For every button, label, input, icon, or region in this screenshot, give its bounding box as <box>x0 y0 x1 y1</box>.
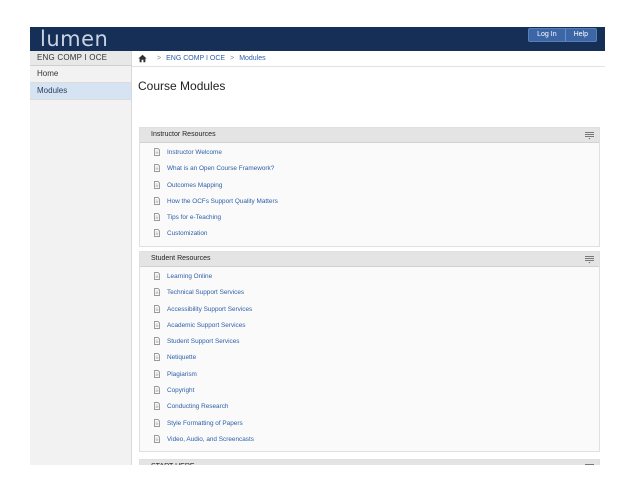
breadcrumb-current[interactable]: Modules <box>239 55 265 62</box>
document-icon <box>154 418 160 427</box>
module-item-link[interactable]: Outcomes Mapping <box>167 182 222 189</box>
breadcrumb-separator: > <box>157 55 162 62</box>
module-item[interactable]: Accessibility Support Services <box>140 304 599 321</box>
breadcrumb-course[interactable]: ENG COMP I OCE <box>166 55 225 62</box>
breadcrumb-separator: > <box>230 55 235 62</box>
document-icon <box>154 402 160 411</box>
document-icon <box>154 337 160 346</box>
document-icon <box>154 304 160 313</box>
module-item-link[interactable]: Copyright <box>167 387 194 394</box>
module-title: Instructor Resources <box>151 131 216 138</box>
breadcrumb-divider <box>132 66 605 67</box>
module-item[interactable]: Video, Audio, and Screencasts <box>140 435 599 451</box>
module-item[interactable]: What is an Open Course Framework? <box>140 164 599 180</box>
menu-icon[interactable] <box>584 131 595 140</box>
document-icon <box>154 386 160 394</box>
module: Student Resources Learning Online Technica… <box>139 251 600 453</box>
module-item[interactable]: Netiquette <box>140 353 599 369</box>
module-item[interactable]: Outcomes Mapping <box>140 180 599 197</box>
module-header[interactable]: Instructor Resources <box>140 128 599 143</box>
menu-icon[interactable] <box>584 255 595 264</box>
module-item[interactable]: Student Support Services <box>140 337 599 353</box>
module: Instructor Resources Instructor Welcome Wh… <box>139 127 600 247</box>
module-item-link[interactable]: Technical Support Services <box>167 289 244 296</box>
home-icon[interactable] <box>138 54 147 63</box>
module-items: Instructor Welcome What is an Open Course… <box>140 143 599 246</box>
module-item-link[interactable]: Academic Support Services <box>167 322 246 329</box>
app-window: lumen Log In Help ENG COMP I OCE Home Mo… <box>30 27 605 465</box>
module-item[interactable]: Conducting Research <box>140 402 599 418</box>
module-item[interactable]: Copyright <box>140 386 599 402</box>
module-title: START HERE <box>151 463 195 465</box>
document-icon <box>154 353 160 362</box>
module-item[interactable]: Instructor Welcome <box>140 148 599 164</box>
document-icon <box>154 321 160 329</box>
document-icon <box>154 180 160 189</box>
module-item[interactable]: Tips for e-Teaching <box>140 213 599 229</box>
module-item[interactable]: Technical Support Services <box>140 288 599 304</box>
breadcrumb: > ENG COMP I OCE > Modules <box>138 54 266 63</box>
document-icon <box>154 164 160 173</box>
module-item[interactable]: How the OCFs Support Quality Matters <box>140 197 599 213</box>
document-icon <box>154 148 160 156</box>
module-item-link[interactable]: Student Support Services <box>167 338 239 345</box>
module-header[interactable]: Student Resources <box>140 252 599 267</box>
module-item-link[interactable]: How the OCFs Support Quality Matters <box>167 198 278 205</box>
module-item[interactable]: Plagiarism <box>140 369 599 386</box>
menu-icon[interactable] <box>584 463 595 465</box>
account-buttons: Log In Help <box>528 28 597 42</box>
document-icon <box>154 435 160 443</box>
main-content: > ENG COMP I OCE > Modules Course Module… <box>132 51 605 465</box>
module-item[interactable]: Learning Online <box>140 272 599 288</box>
module-item-link[interactable]: Customization <box>167 230 208 237</box>
module-item-link[interactable]: Learning Online <box>167 273 212 280</box>
sidebar-item-home[interactable]: Home <box>30 66 131 83</box>
top-bar: lumen Log In Help <box>30 27 605 51</box>
page-title: Course Modules <box>138 79 226 93</box>
sidebar-course-title: ENG COMP I OCE <box>30 51 131 66</box>
module-item-link[interactable]: Accessibility Support Services <box>167 306 252 313</box>
sidebar: ENG COMP I OCE Home Modules <box>30 51 132 465</box>
sidebar-item-modules[interactable]: Modules <box>30 83 131 100</box>
document-icon <box>154 288 160 297</box>
document-icon <box>154 197 160 205</box>
module-item[interactable]: Style Formatting of Papers <box>140 418 599 435</box>
module-title: Student Resources <box>151 255 211 262</box>
module-item-link[interactable]: Plagiarism <box>167 371 197 378</box>
module-item-link[interactable]: What is an Open Course Framework? <box>167 165 274 172</box>
module-item-link[interactable]: Tips for e-Teaching <box>167 214 221 221</box>
lumen-logo[interactable]: lumen <box>40 28 108 50</box>
document-icon <box>154 369 160 378</box>
module-items: Learning Online Technical Support Service… <box>140 267 599 451</box>
module: START HEREIntroduction to START HERE <box>139 459 600 465</box>
login-button[interactable]: Log In <box>529 29 564 41</box>
module-item-link[interactable]: Video, Audio, and Screencasts <box>167 436 254 443</box>
document-icon <box>154 229 160 238</box>
module-item[interactable]: Academic Support Services <box>140 321 599 337</box>
module-item-link[interactable]: Style Formatting of Papers <box>167 420 243 427</box>
module-header[interactable]: START HERE <box>140 460 599 465</box>
module-item-link[interactable]: Instructor Welcome <box>167 149 222 156</box>
document-icon <box>154 213 160 222</box>
help-button[interactable]: Help <box>564 29 596 41</box>
module-item[interactable]: Customization <box>140 229 599 245</box>
module-item-link[interactable]: Conducting Research <box>167 403 228 410</box>
document-icon <box>154 272 160 280</box>
module-item-link[interactable]: Netiquette <box>167 354 196 361</box>
